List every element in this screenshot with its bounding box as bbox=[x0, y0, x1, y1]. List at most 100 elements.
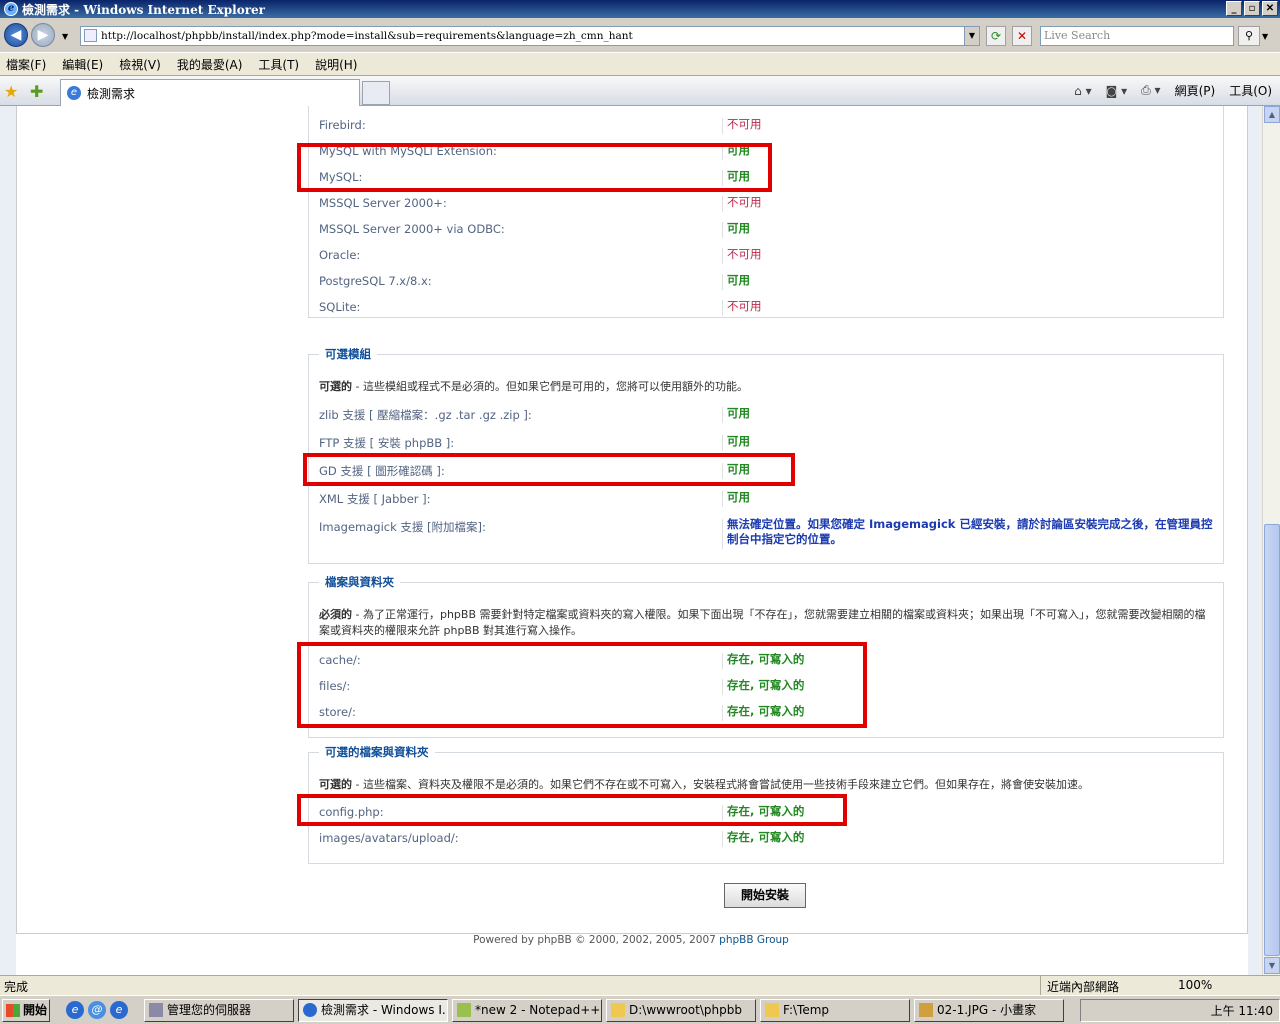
feeds-icon[interactable]: ◙ ▾ bbox=[1106, 84, 1127, 98]
fieldset-description: 可選的 - 這些模組或程式不是必須的。但如果它們是可用的，您將可以使用額外的功能… bbox=[319, 379, 1209, 395]
row-label: XML 支援 [ Jabber ]: bbox=[319, 492, 431, 506]
recent-pages-dropdown[interactable]: ▼ bbox=[62, 32, 68, 41]
url-text: http://localhost/phpbb/install/index.php… bbox=[101, 30, 633, 42]
page-margin-left bbox=[0, 106, 16, 975]
scroll-thumb[interactable] bbox=[1264, 524, 1280, 956]
fieldset-description: 必須的 - 為了正常運行，phpBB 需要針對特定檔案或資料夾的寫入權限。如果下… bbox=[319, 607, 1209, 639]
menu-help[interactable]: 說明(H) bbox=[315, 56, 357, 73]
stop-icon[interactable]: ✕ bbox=[1012, 26, 1032, 46]
ie-icon: e bbox=[67, 86, 81, 100]
status-value: 可用 bbox=[727, 490, 750, 504]
favorites-star-icon[interactable]: ★ bbox=[4, 82, 18, 101]
notepad-icon bbox=[457, 1003, 471, 1017]
forward-button[interactable]: ▶ bbox=[31, 23, 55, 47]
desc-text: - 為了正常運行，phpBB 需要針對特定檔案或資料夾的寫入權限。如果下面出現「… bbox=[319, 608, 1206, 637]
ie-quicklaunch-icon[interactable]: e bbox=[66, 1001, 84, 1019]
divider bbox=[722, 491, 723, 507]
divider bbox=[722, 118, 723, 134]
back-button[interactable]: ◀ bbox=[4, 23, 28, 47]
tab-active[interactable]: e 檢測需求 bbox=[60, 79, 360, 106]
ie-quicklaunch-icon-2[interactable]: e bbox=[110, 1001, 128, 1019]
folder-icon bbox=[765, 1003, 779, 1017]
task-label: 02-1.JPG - 小畫家 bbox=[937, 1003, 1037, 1017]
page-menu[interactable]: 網頁(P) bbox=[1175, 82, 1216, 99]
system-tray: 上午 11:40 bbox=[1080, 999, 1280, 1022]
scroll-up-icon[interactable]: ▲ bbox=[1264, 106, 1280, 123]
status-value: 無法確定位置。如果您確定 Imagemagick 已經安裝，請於討論區安裝完成之… bbox=[727, 517, 1213, 546]
table-row: FTP 支援 [ 安裝 phpBB ]: 可用 bbox=[319, 433, 1215, 453]
highlight-box-mysql bbox=[297, 143, 772, 192]
status-value: 不可用 bbox=[727, 247, 762, 261]
start-install-button[interactable]: 開始安裝 bbox=[724, 883, 806, 908]
footer-link[interactable]: phpBB Group bbox=[719, 934, 789, 946]
new-tab-button[interactable] bbox=[362, 81, 390, 105]
menu-tools[interactable]: 工具(T) bbox=[258, 56, 299, 73]
status-value: 可用 bbox=[727, 273, 750, 287]
scroll-down-icon[interactable]: ▼ bbox=[1264, 957, 1280, 974]
menu-favorites[interactable]: 我的最愛(A) bbox=[177, 56, 243, 73]
task-notepad[interactable]: *new 2 - Notepad++ bbox=[452, 999, 602, 1022]
task-folder-phpbb[interactable]: D:\wwwroot\phpbb bbox=[606, 999, 756, 1022]
menu-bar: 檔案(F) 編輯(E) 檢視(V) 我的最愛(A) 工具(T) 說明(H) bbox=[0, 52, 1280, 76]
desc-text: - 這些檔案、資料夾及權限不是必須的。如果它們不存在或不可寫入，安裝程式將會嘗試… bbox=[352, 778, 1089, 791]
search-dropdown[interactable]: ▼ bbox=[1262, 32, 1268, 41]
fieldset-description: 可選的 - 這些檔案、資料夾及權限不是必須的。如果它們不存在或不可寫入，安裝程式… bbox=[319, 777, 1209, 793]
maximize-button[interactable]: ▫ bbox=[1244, 1, 1260, 16]
task-server-manager[interactable]: 管理您的伺服器 bbox=[144, 999, 294, 1022]
task-ie[interactable]: 檢測需求 - Windows I... bbox=[298, 999, 448, 1022]
table-row: Firebird: 不可用 bbox=[319, 116, 1215, 136]
print-icon[interactable]: ⎙ ▾ bbox=[1141, 83, 1160, 98]
desc-text: - 這些模組或程式不是必須的。但如果它們是可用的，您將可以使用額外的功能。 bbox=[352, 380, 748, 393]
minimize-button[interactable]: _ bbox=[1226, 1, 1242, 16]
clock[interactable]: 上午 11:40 bbox=[1211, 1002, 1273, 1019]
desc-bold: 可選的 bbox=[319, 778, 352, 791]
page-icon bbox=[84, 29, 97, 42]
menu-edit[interactable]: 編輯(E) bbox=[62, 56, 103, 73]
start-button[interactable]: 開始 bbox=[2, 999, 50, 1022]
status-value: 不可用 bbox=[727, 117, 762, 131]
address-bar[interactable]: http://localhost/phpbb/install/index.php… bbox=[80, 26, 980, 46]
status-bar: 完成 近端內部網路 100% bbox=[0, 975, 1280, 995]
search-icon[interactable]: ⚲ bbox=[1238, 26, 1260, 46]
table-row: MSSQL Server 2000+: 不可用 bbox=[319, 194, 1215, 214]
zoom-level[interactable]: 100% bbox=[1178, 978, 1212, 992]
folder-icon bbox=[611, 1003, 625, 1017]
divider bbox=[722, 248, 723, 264]
outlook-quicklaunch-icon[interactable]: @ bbox=[88, 1001, 106, 1019]
window-title: 檢測需求 - Windows Internet Explorer bbox=[22, 2, 265, 17]
status-value: 不可用 bbox=[727, 195, 762, 209]
row-label: FTP 支援 [ 安裝 phpBB ]: bbox=[319, 436, 455, 450]
refresh-icon[interactable]: ⟳ bbox=[986, 26, 1006, 46]
row-label: images/avatars/upload/: bbox=[319, 831, 459, 845]
task-paint[interactable]: 02-1.JPG - 小畫家 bbox=[914, 999, 1064, 1022]
table-row: zlib 支援 [ 壓縮檔案：.gz .tar .gz .zip ]: 可用 bbox=[319, 405, 1215, 425]
fieldset-legend: 可選模組 bbox=[319, 346, 377, 362]
highlight-box-folders bbox=[297, 642, 867, 728]
address-dropdown[interactable]: ▼ bbox=[964, 26, 980, 46]
row-label: Firebird: bbox=[319, 118, 366, 132]
menu-view[interactable]: 檢視(V) bbox=[119, 56, 161, 73]
add-favorite-icon[interactable]: ✚ bbox=[30, 82, 43, 101]
search-input[interactable]: Live Search bbox=[1040, 26, 1234, 46]
tools-menu[interactable]: 工具(O) bbox=[1229, 82, 1272, 99]
footer-text: Powered by phpBB © 2000, 2002, 2005, 200… bbox=[473, 934, 720, 946]
table-row: images/avatars/upload/: 存在, 可寫入的 bbox=[319, 829, 1215, 849]
page-footer: Powered by phpBB © 2000, 2002, 2005, 200… bbox=[0, 934, 1262, 946]
menu-file[interactable]: 檔案(F) bbox=[6, 56, 46, 73]
fieldset-legend: 檔案與資料夾 bbox=[319, 574, 400, 590]
row-label: MSSQL Server 2000+: bbox=[319, 196, 447, 210]
start-label: 開始 bbox=[23, 1003, 48, 1017]
task-label: F:\Temp bbox=[783, 1003, 830, 1017]
row-label: zlib 支援 [ 壓縮檔案：.gz .tar .gz .zip ]: bbox=[319, 408, 532, 422]
status-value: 可用 bbox=[727, 406, 750, 420]
home-icon[interactable]: ⌂ ▾ bbox=[1074, 84, 1091, 98]
status-value: 存在, 可寫入的 bbox=[727, 830, 805, 844]
task-folder-temp[interactable]: F:\Temp bbox=[760, 999, 910, 1022]
window-title-bar: e 檢測需求 - Windows Internet Explorer _ ▫ ✕ bbox=[0, 0, 1280, 18]
row-label: Oracle: bbox=[319, 248, 361, 262]
divider bbox=[722, 300, 723, 316]
close-button[interactable]: ✕ bbox=[1262, 1, 1278, 16]
vertical-scrollbar[interactable]: ▲ ▼ bbox=[1262, 106, 1280, 975]
task-label: D:\wwwroot\phpbb bbox=[629, 1003, 742, 1017]
row-label: MSSQL Server 2000+ via ODBC: bbox=[319, 222, 505, 236]
